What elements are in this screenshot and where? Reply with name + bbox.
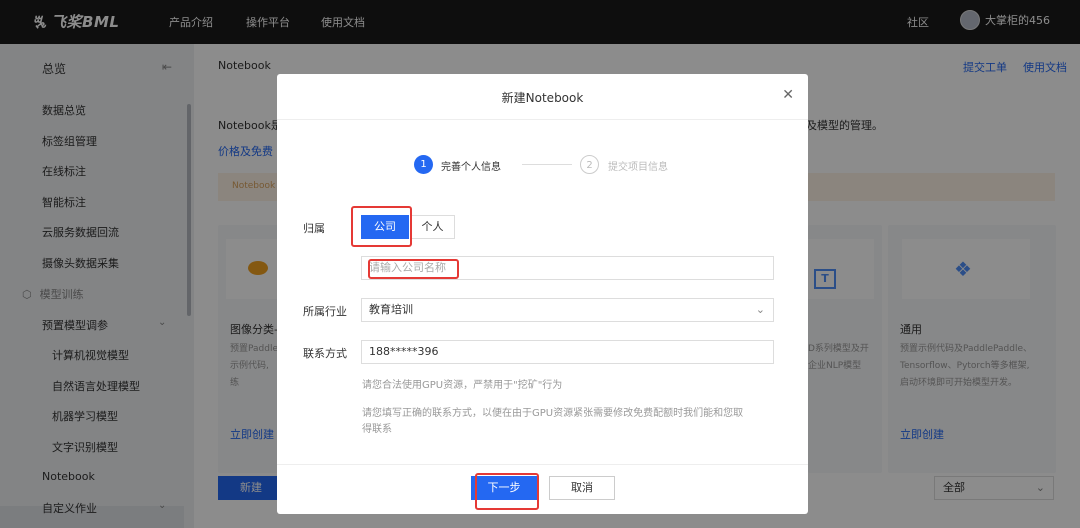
close-icon[interactable]: ✕ bbox=[782, 87, 794, 103]
owner-personal-button[interactable]: 个人 bbox=[410, 215, 455, 239]
industry-label: 所属行业 bbox=[303, 305, 347, 318]
cancel-button[interactable]: 取消 bbox=[549, 476, 615, 500]
step-connector bbox=[522, 164, 572, 165]
dialog-footer-divider bbox=[277, 464, 808, 465]
contact-hint: 请您填写正确的联系方式，以便在由于GPU资源紧张需要修改免费配额时我们能和您取 … bbox=[362, 408, 744, 435]
chevron-down-icon: ⌄ bbox=[755, 303, 765, 316]
dialog-header: 新建Notebook ✕ bbox=[277, 74, 808, 120]
highlight-company-option bbox=[351, 206, 412, 247]
step-1-circle: 1 bbox=[414, 155, 433, 174]
highlight-next-button bbox=[475, 473, 539, 510]
gpu-usage-hint: 请您合法使用GPU资源，严禁用于"挖矿"行为 bbox=[362, 380, 563, 391]
industry-value: 教育培训 bbox=[369, 303, 413, 316]
contact-label: 联系方式 bbox=[303, 347, 347, 360]
step-2-circle: 2 bbox=[580, 155, 599, 174]
dialog-title: 新建Notebook bbox=[501, 91, 584, 105]
step-2-label: 提交项目信息 bbox=[608, 162, 668, 173]
contact-input[interactable]: 188*****396 bbox=[361, 340, 774, 364]
industry-select[interactable]: 教育培训 ⌄ bbox=[361, 298, 774, 322]
step-1-label: 完善个人信息 bbox=[441, 162, 501, 173]
owner-label: 归属 bbox=[303, 222, 325, 235]
highlight-company-input bbox=[368, 259, 459, 279]
new-notebook-dialog: 新建Notebook ✕ 1 完善个人信息 2 提交项目信息 归属 公司 个人 … bbox=[277, 74, 808, 514]
